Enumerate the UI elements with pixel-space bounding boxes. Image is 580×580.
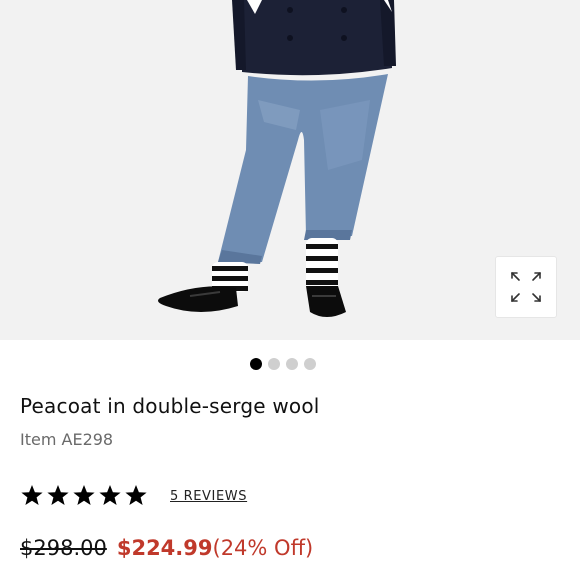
item-code: Item AE298 [20, 430, 114, 449]
star-icon [73, 485, 95, 505]
original-price: $298.00 [20, 536, 107, 560]
star-rating[interactable] [20, 484, 148, 507]
star-icon [21, 485, 43, 505]
star-icon [125, 485, 147, 505]
pagination-dot-2[interactable] [268, 358, 280, 370]
star-icon [99, 485, 121, 505]
reviews-link[interactable]: 5 REVIEWS [170, 489, 247, 504]
pagination-dot-3[interactable] [286, 358, 298, 370]
pagination-dot-4[interactable] [304, 358, 316, 370]
pagination-dot-1[interactable] [250, 358, 262, 370]
product-image[interactable] [0, 0, 580, 340]
image-pagination [250, 358, 316, 370]
star-icon [47, 485, 69, 505]
sale-price: $224.99 [116, 536, 213, 560]
product-photo [0, 0, 580, 340]
discount-label: (24% Off) [212, 536, 314, 560]
right-sock [306, 238, 338, 290]
expand-arrows-icon [511, 272, 541, 302]
zoom-button[interactable] [495, 256, 557, 318]
price-row: $298.00 $224.99(24% Off) [20, 536, 313, 560]
product-title: Peacoat in double-serge wool [20, 394, 320, 418]
